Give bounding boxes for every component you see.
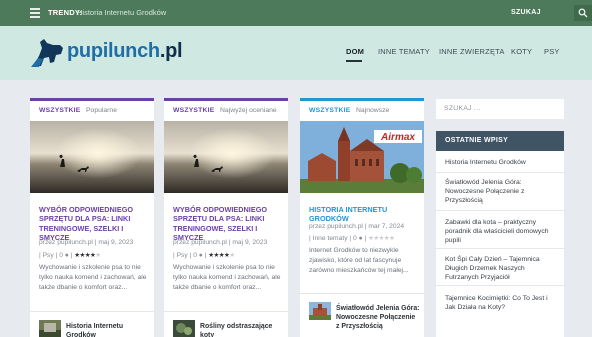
widget-title: OSTATNIE WPISY (445, 137, 509, 144)
column-category[interactable]: WSZYSTKIE (39, 107, 80, 114)
top-bar: TRENDY: Historia Internetu Grodków SZUKA… (0, 0, 592, 26)
divider (436, 248, 564, 249)
post-title[interactable]: HISTORIA INTERNETU GRODKÓW (309, 205, 419, 224)
post-meta: przez pupilunch.pl | maj 9, 2023 (39, 239, 134, 246)
post-excerpt: Wychowanie i szkolenie psa to nie tylko … (39, 264, 147, 291)
nav-koty[interactable]: KOTY (511, 47, 532, 56)
post-column-popular: WSZYSTKIE Popularne WYBÓR ODPOWIEDNIEGO … (30, 98, 154, 337)
post-image[interactable] (30, 121, 154, 193)
dog-logo-icon[interactable] (29, 36, 67, 70)
trendy-link[interactable]: Historia Internetu Grodków (77, 8, 166, 17)
post-meta-category: | Inne tematy | 0 ● | ★★★★★ (309, 235, 395, 242)
comment-icon: ● (358, 235, 363, 242)
rating-stars-icon: ★★★★★ (208, 252, 235, 259)
comment-icon: ● (198, 252, 203, 259)
divider (300, 293, 424, 294)
menu-icon[interactable] (30, 8, 40, 18)
search-icon (578, 8, 588, 18)
divider (164, 311, 288, 312)
post-category-comments[interactable]: | Psy | 0 (173, 252, 197, 259)
divider (436, 172, 564, 173)
site-logo[interactable]: pupilunch.pl (67, 40, 183, 63)
mini-post-title[interactable]: Światłowód Jelenia Góra: Nowoczesne Połą… (336, 304, 420, 331)
column-accent-bar (164, 98, 288, 101)
nav-active-underline (346, 60, 362, 62)
column-tab[interactable]: Popularne (86, 107, 117, 114)
recent-post-link[interactable]: Historia Internetu Grodków (445, 158, 557, 167)
airmax-banner-text: Airmax (380, 132, 415, 143)
post-column-top-rated: WSZYSTKIE Najwyżej oceniane WYBÓR ODPOWI… (164, 98, 288, 337)
mini-post-title[interactable]: Historia Internetu Grodków (66, 322, 150, 337)
nav-inne-zwierzeta[interactable]: INNE ZWIERZĘTA (439, 47, 505, 56)
nav-dom[interactable]: DOM (346, 47, 364, 56)
sidebar-search-placeholder: SZUKAJ ... (444, 105, 481, 112)
divider (436, 285, 564, 286)
comment-icon: ● (64, 252, 69, 259)
rating-stars-icon: ★★★★★ (368, 235, 395, 242)
recent-posts-widget: OSTATNIE WPISY Historia Internetu Grodkó… (436, 131, 564, 337)
recent-post-link[interactable]: Światłowód Jelenia Góra: Nowoczesne Połą… (445, 178, 557, 205)
nav-inne-tematy[interactable]: INNE TEMATY (378, 47, 430, 56)
post-title[interactable]: WYBÓR ODPOWIEDNIEGO SPRZĘTU DLA PSA: LIN… (39, 205, 149, 243)
post-image[interactable]: Airmax (300, 121, 424, 193)
nav-psy[interactable]: PSY (544, 47, 560, 56)
recent-post-link[interactable]: Zabawki dla kota – praktyczny poradnik d… (445, 218, 557, 245)
rating-stars-icon: ★★★★★ (74, 252, 101, 259)
post-meta-category: | Psy | 0 ● | ★★★★★ (173, 252, 235, 259)
post-meta: przez pupilunch.pl | mar 7, 2024 (309, 223, 405, 230)
column-category[interactable]: WSZYSTKIE (173, 107, 214, 114)
column-accent-bar (30, 98, 154, 101)
top-search-button[interactable] (574, 5, 592, 21)
mini-post-title[interactable]: Rośliny odstraszające koty (200, 322, 284, 337)
top-search-label[interactable]: SZUKAJ (511, 9, 541, 16)
recent-post-link[interactable]: Kot Śpi Cały Dzień – Tajemnica Długich D… (445, 255, 557, 282)
divider (436, 210, 564, 211)
post-column-latest: WSZYSTKIE Najnowsze Airmax HISTORIA INTE… (300, 98, 424, 337)
logo-main: pupilunch (67, 40, 160, 62)
top-search[interactable]: SZUKAJ (508, 5, 592, 21)
recent-post-link[interactable]: Tajemnice Kocimiętki: Co To Jest i Jak D… (445, 294, 557, 312)
post-meta: przez pupilunch.pl | maj 9, 2023 (173, 239, 268, 246)
mini-post-image[interactable] (39, 320, 61, 337)
mini-post-image[interactable] (309, 302, 331, 320)
widget-header: OSTATNIE WPISY (436, 131, 564, 151)
post-meta-category: | Psy | 0 ● | ★★★★★ (39, 252, 101, 259)
column-tab[interactable]: Najnowsze (356, 107, 389, 114)
post-excerpt: Internet Grodków to niezwykle zjawisko, … (309, 247, 409, 274)
sidebar-search-input[interactable]: SZUKAJ ... (436, 99, 564, 119)
post-category-comments[interactable]: | Inne tematy | 0 (309, 235, 357, 242)
divider (30, 311, 154, 312)
post-excerpt: Wychowanie i szkolenie psa to nie tylko … (173, 264, 281, 291)
column-category[interactable]: WSZYSTKIE (309, 107, 350, 114)
mini-post-image[interactable] (173, 320, 195, 337)
logo-tld: .pl (159, 40, 183, 62)
post-image[interactable] (164, 121, 288, 193)
column-tab[interactable]: Najwyżej oceniane (220, 107, 277, 114)
post-category-comments[interactable]: | Psy | 0 (39, 252, 63, 259)
column-accent-bar (300, 98, 424, 101)
post-title[interactable]: WYBÓR ODPOWIEDNIEGO SPRZĘTU DLA PSA: LIN… (173, 205, 283, 243)
